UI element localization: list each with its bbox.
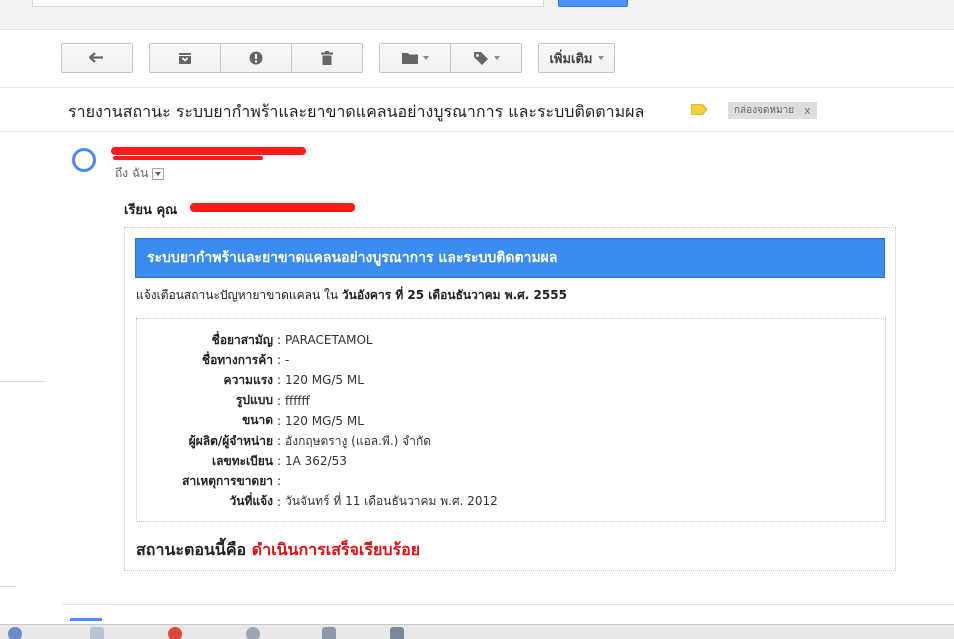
- app-icon: [168, 627, 182, 639]
- detail-value: 120 MG/5 ML: [285, 373, 364, 388]
- detail-value: อังกฤษตรางู (แอล.พี.) จำกัด: [285, 433, 431, 448]
- recipient-line: ถึง ฉัน: [115, 164, 165, 183]
- more-label: เพิ่มเติม: [549, 51, 593, 67]
- divider: [0, 381, 46, 382]
- app-icon: [322, 627, 336, 639]
- detail-label: ผู้ผลิต/ผู้จำหน่าย: [188, 433, 273, 448]
- status-prefix: สถานะตอนนี้คือ: [136, 540, 252, 559]
- redacted-sender-name: [111, 147, 306, 155]
- more-button[interactable]: เพิ่มเติม: [538, 43, 615, 73]
- chevron-down-icon: [422, 56, 429, 60]
- detail-separator: :: [276, 393, 282, 408]
- taskbar-item[interactable]: [8, 627, 22, 639]
- drug-details: ชื่อยาสามัญ: PARACETAMOL ชื่อทางการค้า: - คว…: [136, 318, 886, 522]
- show-details-button[interactable]: [152, 167, 165, 180]
- notice-prefix: แจ้งเตือนสถานะปัญหายาขาดแคลน ใน: [136, 288, 342, 302]
- detail-separator: :: [276, 353, 282, 368]
- detail-separator: :: [276, 434, 282, 448]
- detail-separator: :: [276, 373, 282, 388]
- chevron-down-icon: [155, 171, 162, 176]
- divider: [0, 586, 16, 587]
- folder-icon: [401, 53, 418, 64]
- detail-label: สาเหตุการขาดยา: [182, 473, 273, 488]
- detail-label: ขนาด: [242, 413, 273, 428]
- remove-label-icon[interactable]: x: [804, 104, 811, 117]
- redacted-recipient-name: [190, 203, 355, 212]
- detail-row: ชื่อยาสามัญ: PARACETAMOL: [137, 331, 877, 349]
- to-me-text: ถึง ฉัน: [115, 166, 149, 180]
- email-subject: รายงานสถานะ ระบบยากำพร้าและยาขาดแคลนอย่า…: [68, 102, 645, 121]
- search-button[interactable]: [558, 0, 628, 7]
- detail-row: ผู้ผลิต/ผู้จำหน่าย: อังกฤษตรางู (แอล.พี.)…: [137, 432, 877, 450]
- detail-row: ความแรง:120 MG/5 ML: [137, 371, 877, 389]
- chevron-down-icon: [597, 56, 604, 60]
- redacted-sender-name-line: [113, 156, 263, 160]
- reply-area-indicator: [70, 618, 102, 621]
- taskbar: [0, 624, 954, 639]
- reply-icon: [89, 52, 103, 63]
- detail-row: สาเหตุการขาดยา:: [137, 472, 877, 490]
- detail-row: วันที่แจ้ง: วันจันทร์ ที่ 11 เดือนธันวาคม…: [137, 493, 877, 511]
- report-spam-icon: [249, 51, 263, 65]
- detail-separator: :: [276, 494, 282, 509]
- sender-avatar[interactable]: [72, 148, 96, 172]
- search-bar-strip: [0, 0, 954, 30]
- archive-icon: [179, 52, 191, 64]
- detail-label: วันที่แจ้ง: [229, 494, 273, 509]
- delete-button[interactable]: [291, 43, 363, 73]
- taskbar-item[interactable]: [390, 627, 404, 639]
- status-value: ดำเนินการเสร็จเรียบร้อย: [251, 540, 421, 559]
- notice-date: วันอังคาร ที่ 25 เดือนธันวาคม พ.ศ. 2555: [341, 288, 567, 302]
- report-spam-button[interactable]: [220, 43, 292, 73]
- detail-row: เลขทะเบียน:1A 362/53: [137, 452, 877, 470]
- label-icon: [473, 52, 488, 65]
- detail-separator: :: [276, 454, 282, 469]
- detail-value: 1A 362/53: [285, 454, 347, 469]
- move-to-button[interactable]: [379, 43, 451, 73]
- notice-line: แจ้งเตือนสถานะปัญหายาขาดแคลน ใน วันอังคา…: [136, 286, 567, 305]
- detail-label: ความแรง: [223, 372, 273, 387]
- detail-value: -: [285, 353, 290, 368]
- detail-separator: :: [276, 474, 282, 489]
- taskbar-item[interactable]: [168, 627, 182, 639]
- taskbar-item[interactable]: [90, 627, 104, 639]
- detail-label: เลขทะเบียน: [212, 453, 273, 468]
- back-button[interactable]: [61, 43, 133, 73]
- detail-row: ชื่อทางการค้า: -: [137, 351, 877, 369]
- detail-value: 120 MG/5 ML: [285, 413, 364, 428]
- detail-label: ชื่อทางการค้า: [201, 352, 273, 367]
- detail-row: ขนาด:120 MG/5 ML: [137, 412, 877, 430]
- archive-button[interactable]: [149, 43, 221, 73]
- detail-separator: :: [276, 413, 282, 428]
- chevron-down-icon: [493, 56, 500, 60]
- search-input[interactable]: [32, 0, 544, 7]
- important-marker-icon[interactable]: [691, 104, 707, 115]
- detail-row: รูปแบบ: ffffff: [137, 392, 877, 410]
- email-body: ระบบยากำพร้าและยาขาดแคลนอย่างบูรณาการ แล…: [124, 227, 896, 571]
- detail-label: ชื่อยาสามัญ: [211, 332, 273, 347]
- detail-separator: :: [276, 333, 282, 347]
- labels-button[interactable]: [450, 43, 522, 73]
- inbox-label-chip[interactable]: กล่องจดหมาย x: [728, 102, 817, 119]
- delete-icon: [321, 51, 333, 65]
- system-title-banner: ระบบยากำพร้าและยาขาดแคลนอย่างบูรณาการ แล…: [135, 238, 885, 278]
- subject-row: รายงานสถานะ ระบบยากำพร้าและยาขาดแคลนอย่า…: [0, 88, 954, 132]
- divider: [62, 604, 954, 605]
- inbox-label-text: กล่องจดหมาย: [734, 105, 795, 116]
- greeting-text: เรียน คุณ: [124, 203, 178, 218]
- detail-value: วันจันทร์ ที่ 11 เดือนธันวาคม พ.ศ. 2012: [285, 494, 498, 509]
- document-icon: [90, 627, 104, 639]
- window-icon: [390, 627, 404, 639]
- message-toolbar: เพิ่มเติม: [0, 30, 954, 88]
- taskbar-item[interactable]: [322, 627, 336, 639]
- detail-label: รูปแบบ: [235, 393, 273, 408]
- email-view: เพิ่มเติม รายงานสถานะ ระบบยากำพร้าและยาข…: [0, 0, 954, 639]
- status-line: สถานะตอนนี้คือ ดำเนินการเสร็จเรียบร้อย: [136, 538, 420, 563]
- app-icon: [8, 627, 22, 639]
- app-icon: [246, 627, 260, 639]
- detail-value: PARACETAMOL: [285, 333, 373, 347]
- detail-value: ffffff: [285, 393, 310, 408]
- taskbar-item[interactable]: [246, 627, 260, 639]
